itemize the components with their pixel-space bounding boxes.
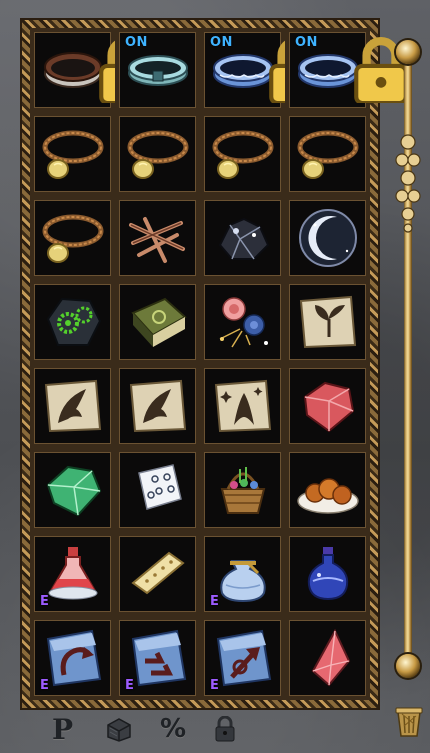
red-gem-icon bbox=[303, 381, 354, 433]
inventory-slot[interactable] bbox=[285, 532, 370, 616]
crescent-moon-orb-icon bbox=[298, 209, 357, 267]
return-scroll-icon bbox=[46, 629, 101, 687]
chest-icon bbox=[107, 718, 131, 742]
blue-potion-icon bbox=[307, 547, 348, 601]
wing-scroll-icon bbox=[44, 379, 101, 433]
inventory-slot[interactable]: E bbox=[200, 616, 285, 700]
green-gem-icon bbox=[46, 465, 101, 517]
padlock-icon bbox=[215, 716, 235, 742]
green-tome-icon bbox=[130, 297, 187, 347]
inventory-grid: ON ON ON E E E E E bbox=[30, 28, 408, 700]
equipped-on-label: ON bbox=[295, 35, 318, 50]
teleport-scroll-icon bbox=[131, 629, 186, 687]
scrollbar-thumb[interactable] bbox=[394, 130, 422, 234]
lock-badge bbox=[348, 37, 408, 106]
inventory-slot[interactable] bbox=[200, 364, 285, 448]
scrollbar[interactable] bbox=[392, 40, 424, 680]
inventory-slot[interactable]: E bbox=[30, 532, 115, 616]
gold-pendant-necklace-icon bbox=[42, 130, 103, 179]
equipped-on-label: ON bbox=[125, 35, 148, 50]
lock-badge bbox=[263, 37, 323, 106]
inventory-slot[interactable] bbox=[115, 532, 200, 616]
inventory-slot[interactable] bbox=[285, 280, 370, 364]
inventory-slot[interactable] bbox=[200, 196, 285, 280]
red-shard-icon bbox=[311, 628, 350, 687]
arrow-up-scroll-icon bbox=[216, 629, 271, 687]
inventory-slot[interactable]: E bbox=[115, 616, 200, 700]
e-badge: E bbox=[210, 678, 219, 693]
copper-twigs-icon bbox=[128, 217, 185, 263]
biscuit-bar-icon bbox=[130, 551, 185, 595]
trash-button[interactable] bbox=[392, 706, 426, 737]
inventory-slot[interactable] bbox=[115, 364, 200, 448]
inventory-slot[interactable] bbox=[285, 364, 370, 448]
wing-scroll-icon bbox=[129, 379, 186, 433]
scroll-up-button[interactable] bbox=[396, 40, 420, 64]
bottom-toolbar: P % bbox=[40, 707, 423, 746]
red-potion-icon bbox=[48, 547, 97, 600]
inventory-slot[interactable]: E bbox=[200, 532, 285, 616]
e-badge: E bbox=[125, 678, 134, 693]
inventory-slot[interactable] bbox=[285, 196, 370, 280]
equipped-on-label: ON bbox=[210, 35, 233, 50]
scroll-down-button[interactable] bbox=[396, 654, 420, 678]
gift-basket-icon bbox=[220, 467, 265, 514]
inventory-slot[interactable] bbox=[30, 448, 115, 532]
inventory-slot[interactable]: ON bbox=[200, 28, 323, 112]
inventory-slot[interactable] bbox=[30, 364, 115, 448]
inventory-slot[interactable]: ON bbox=[285, 28, 408, 112]
fried-food-plate-icon bbox=[296, 478, 359, 514]
gold-pendant-necklace-icon bbox=[212, 130, 273, 179]
inventory-slot[interactable] bbox=[115, 448, 200, 532]
lock-button[interactable] bbox=[210, 714, 240, 744]
inventory-slot[interactable] bbox=[200, 112, 285, 196]
trash-bin-icon bbox=[395, 707, 423, 737]
inventory-slot[interactable] bbox=[285, 448, 370, 532]
inventory-slot[interactable] bbox=[200, 280, 285, 364]
e-badge: E bbox=[40, 594, 49, 609]
inventory-slot[interactable] bbox=[285, 112, 370, 196]
inventory-slot[interactable]: E bbox=[30, 616, 115, 700]
rose-bouquet-icon bbox=[219, 297, 268, 348]
lace-cloth-icon bbox=[137, 464, 182, 510]
inventory-slot[interactable] bbox=[30, 112, 115, 196]
dark-ore-icon bbox=[218, 217, 269, 260]
sparkle-scroll-icon bbox=[214, 379, 271, 433]
gold-pendant-necklace-icon bbox=[127, 130, 188, 179]
lock-badge bbox=[93, 37, 153, 106]
sprout-scroll-icon bbox=[299, 295, 356, 349]
inventory-slot[interactable] bbox=[30, 280, 115, 364]
inventory-slot[interactable] bbox=[115, 280, 200, 364]
inventory-slot[interactable] bbox=[30, 28, 153, 112]
inventory-slot[interactable] bbox=[115, 196, 200, 280]
gold-pendant-necklace-icon bbox=[42, 214, 103, 263]
inventory-slot[interactable] bbox=[30, 196, 115, 280]
chest-button[interactable] bbox=[102, 714, 136, 744]
percent-button[interactable]: % bbox=[160, 714, 186, 744]
e-badge: E bbox=[40, 678, 49, 693]
inventory-slot[interactable] bbox=[200, 448, 285, 532]
inventory-slot[interactable] bbox=[115, 112, 200, 196]
e-badge: E bbox=[210, 594, 219, 609]
inventory-slot[interactable]: ON bbox=[115, 28, 200, 112]
inventory-slot[interactable] bbox=[285, 616, 370, 700]
green-gear-stone-icon bbox=[46, 297, 101, 346]
blue-pouch-icon bbox=[219, 560, 266, 603]
gold-pendant-necklace-icon bbox=[297, 130, 358, 179]
p-button[interactable]: P bbox=[52, 713, 73, 746]
